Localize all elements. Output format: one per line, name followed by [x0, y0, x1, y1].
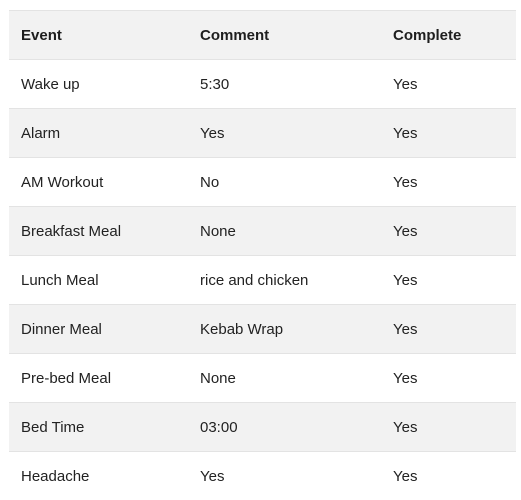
cell-complete: Yes — [381, 304, 516, 354]
table-row: Wake up 5:30 Yes — [9, 59, 516, 109]
table-header: Event Comment Complete — [9, 10, 516, 60]
cell-comment: Yes — [188, 451, 381, 500]
table-row: Dinner Meal Kebab Wrap Yes — [9, 304, 516, 354]
cell-comment: 03:00 — [188, 402, 381, 452]
header-row: Event Comment Complete — [9, 10, 516, 60]
cell-comment: Kebab Wrap — [188, 304, 381, 354]
cell-event: Alarm — [9, 108, 188, 158]
cell-event: Pre-bed Meal — [9, 353, 188, 403]
cell-event: Bed Time — [9, 402, 188, 452]
cell-comment: rice and chicken — [188, 255, 381, 305]
cell-event: Wake up — [9, 59, 188, 109]
cell-complete: Yes — [381, 451, 516, 500]
column-header-comment: Comment — [188, 10, 381, 60]
cell-comment: None — [188, 353, 381, 403]
event-table-container: Event Comment Complete Wake up 5:30 Yes … — [9, 10, 516, 500]
column-header-event: Event — [9, 10, 188, 60]
table-row: Pre-bed Meal None Yes — [9, 353, 516, 403]
table-row: Lunch Meal rice and chicken Yes — [9, 255, 516, 305]
cell-event: Headache — [9, 451, 188, 500]
cell-event: AM Workout — [9, 157, 188, 207]
cell-comment: Yes — [188, 108, 381, 158]
cell-complete: Yes — [381, 206, 516, 256]
cell-comment: None — [188, 206, 381, 256]
cell-complete: Yes — [381, 255, 516, 305]
table-body: Wake up 5:30 Yes Alarm Yes Yes AM Workou… — [9, 59, 516, 500]
cell-event: Lunch Meal — [9, 255, 188, 305]
cell-comment: No — [188, 157, 381, 207]
table-row: Bed Time 03:00 Yes — [9, 402, 516, 452]
cell-event: Dinner Meal — [9, 304, 188, 354]
cell-event: Breakfast Meal — [9, 206, 188, 256]
cell-complete: Yes — [381, 353, 516, 403]
table-row: Alarm Yes Yes — [9, 108, 516, 158]
cell-complete: Yes — [381, 59, 516, 109]
column-header-complete: Complete — [381, 10, 516, 60]
cell-comment: 5:30 — [188, 59, 381, 109]
cell-complete: Yes — [381, 108, 516, 158]
table-row: Breakfast Meal None Yes — [9, 206, 516, 256]
table-row: Headache Yes Yes — [9, 451, 516, 500]
event-table: Event Comment Complete Wake up 5:30 Yes … — [9, 10, 516, 500]
table-row: AM Workout No Yes — [9, 157, 516, 207]
cell-complete: Yes — [381, 402, 516, 452]
cell-complete: Yes — [381, 157, 516, 207]
